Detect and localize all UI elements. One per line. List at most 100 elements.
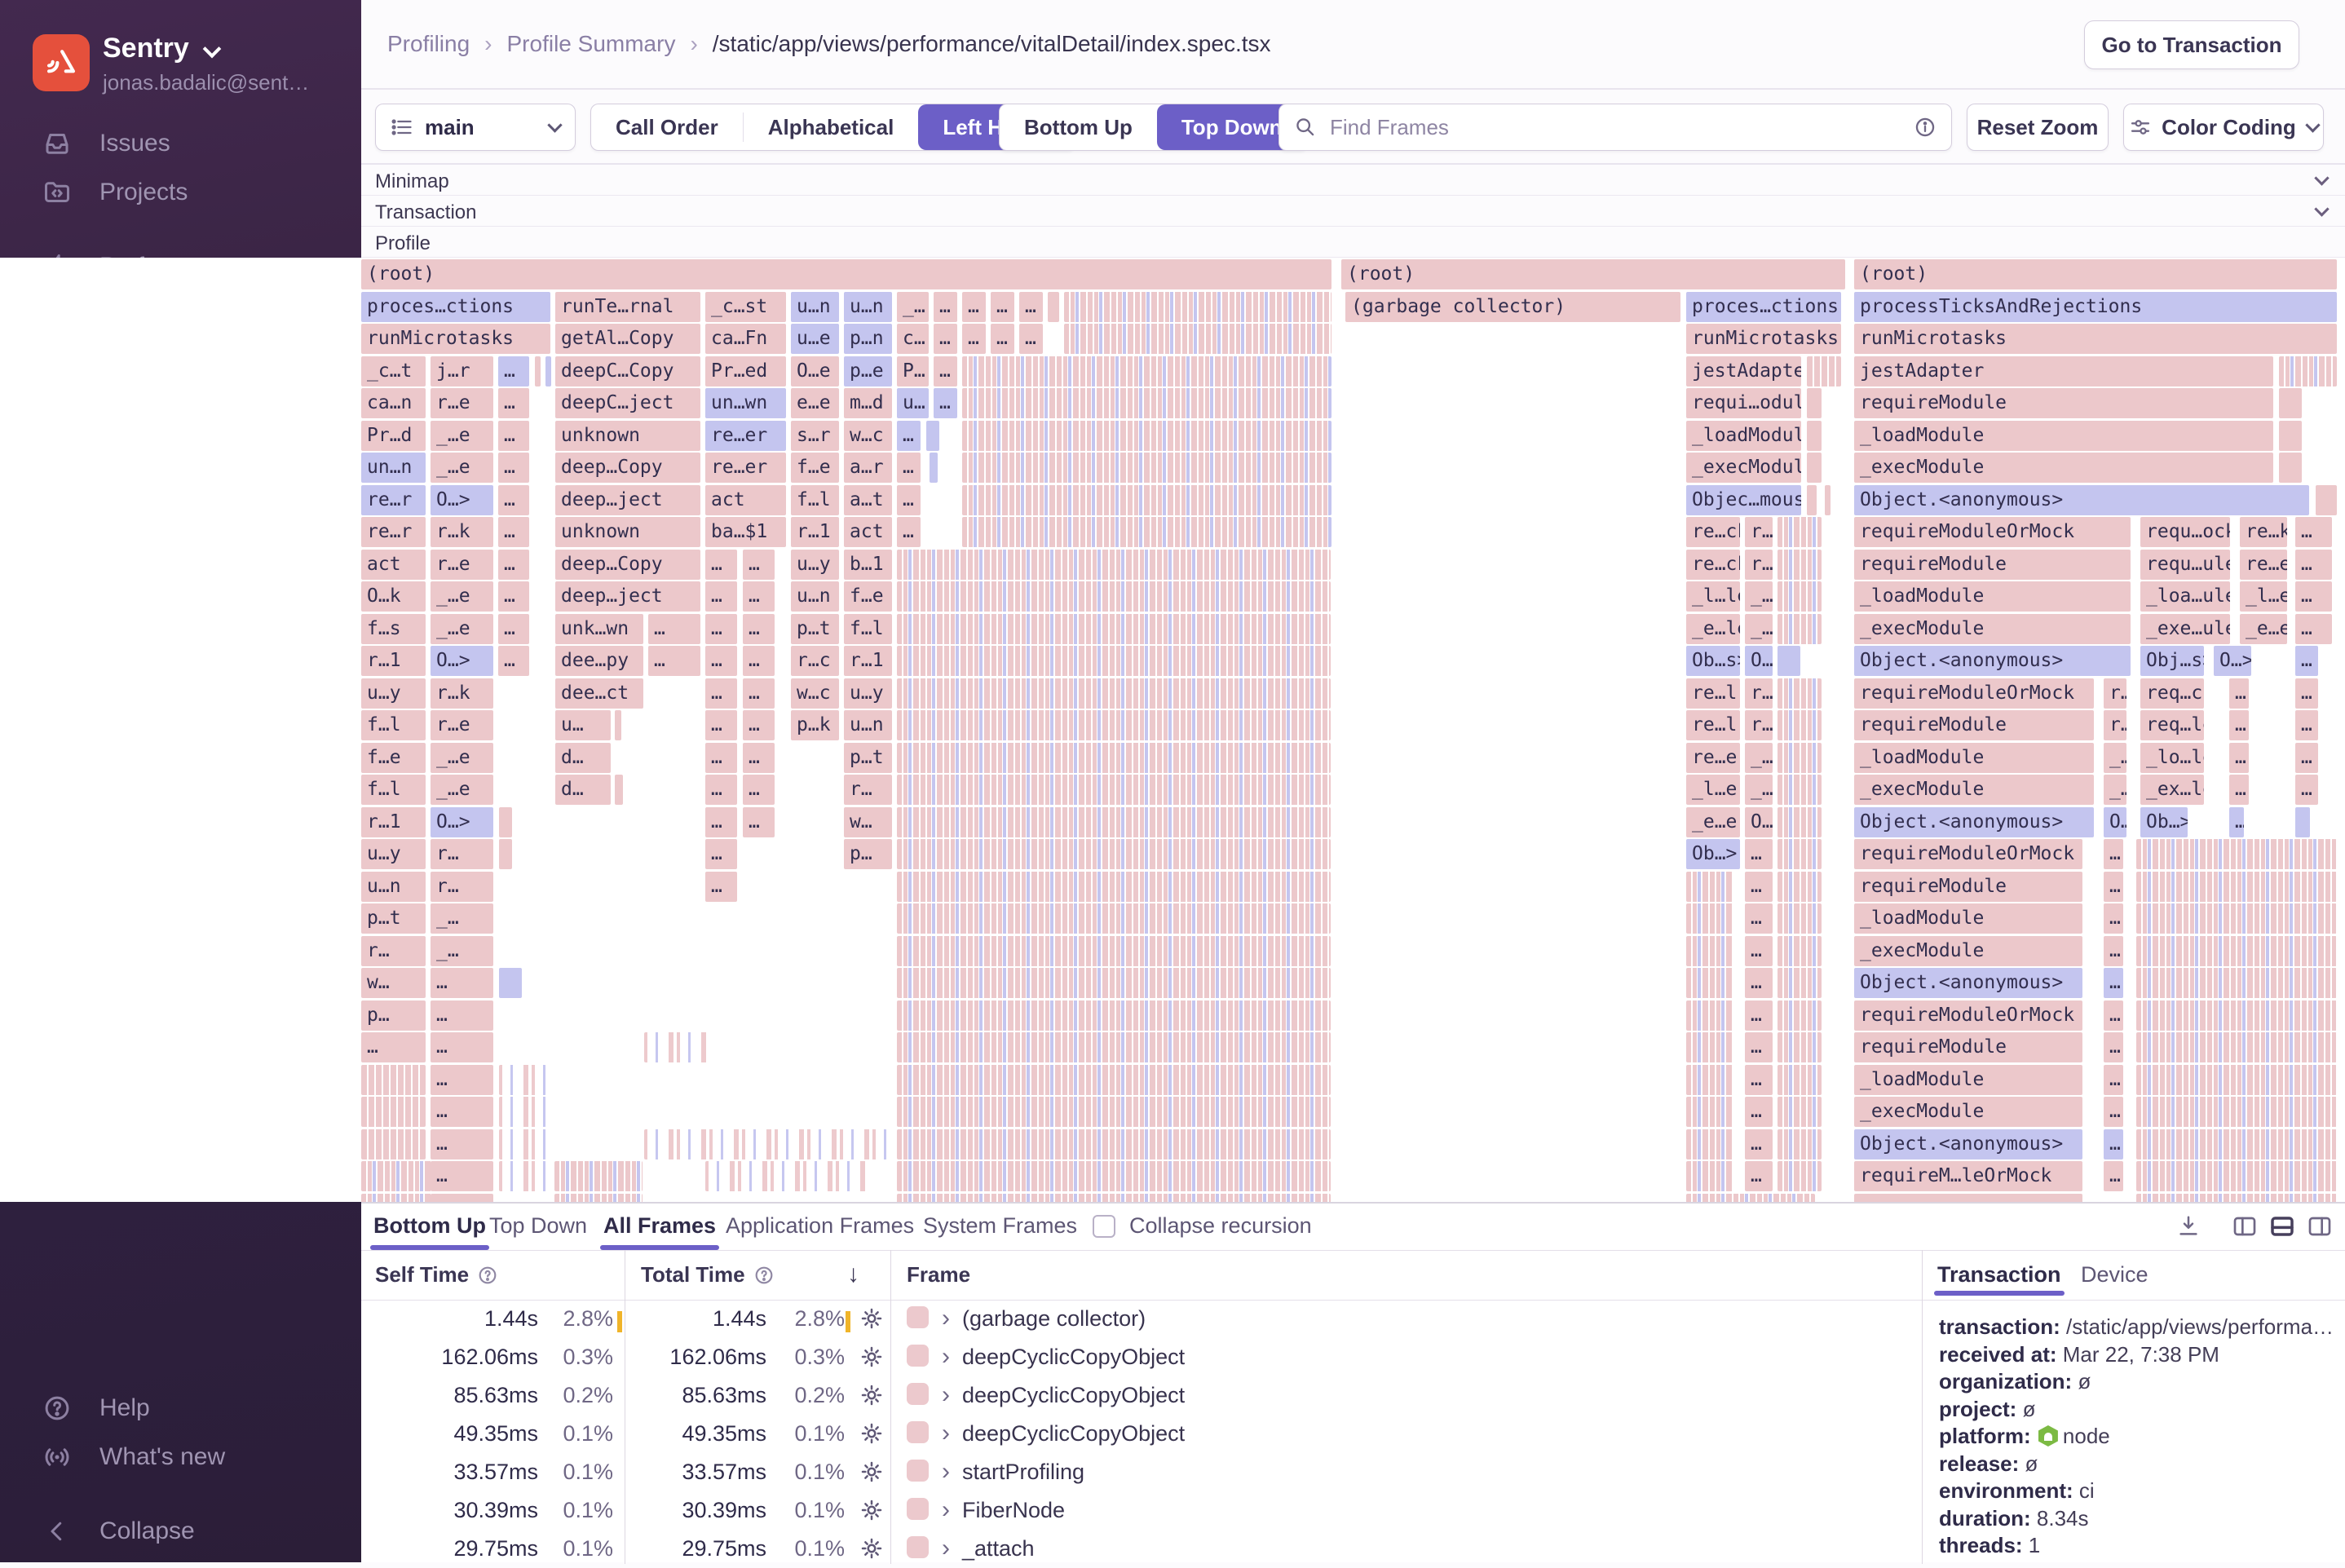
flame-frame[interactable]: O…e: [791, 356, 839, 386]
flame-frame[interactable]: [1778, 550, 1822, 580]
flame-frame[interactable]: _…: [2104, 743, 2126, 773]
flame-frame[interactable]: [615, 710, 621, 740]
flame-frame[interactable]: [2279, 421, 2302, 451]
flame-frame[interactable]: requireModuleOrMock: [1854, 678, 2094, 709]
flame-frame[interactable]: _…: [1745, 743, 1773, 773]
flame-frame[interactable]: [2136, 1032, 2337, 1062]
flame-frame[interactable]: deep…ject: [555, 485, 700, 515]
flame-frame[interactable]: p…: [361, 1000, 426, 1031]
flame-frame[interactable]: [1778, 517, 1822, 547]
flame-frame[interactable]: Objec…mous>: [1686, 485, 1801, 515]
flame-frame[interactable]: [1686, 1194, 1815, 1203]
flame-frame[interactable]: [897, 968, 1331, 998]
flame-frame[interactable]: f…e: [361, 743, 426, 773]
flame-frame[interactable]: …: [2104, 903, 2123, 934]
flame-frame[interactable]: [1064, 324, 1331, 354]
flame-frame[interactable]: [1686, 1161, 1733, 1191]
flame-frame[interactable]: requireModuleOrMock: [1854, 839, 2082, 869]
flame-frame[interactable]: r…k: [431, 678, 493, 709]
export-profile-icon[interactable]: [2176, 1213, 2201, 1239]
flame-frame[interactable]: [499, 839, 512, 869]
flame-frame[interactable]: proces…ctions: [361, 292, 550, 322]
details-tab-transaction[interactable]: Transaction: [1937, 1262, 2061, 1288]
flame-frame[interactable]: [499, 1097, 546, 1127]
toolbar-option-call-order[interactable]: Call Order: [591, 104, 743, 150]
expand-chevron-icon[interactable]: ›: [942, 1343, 950, 1371]
flame-frame[interactable]: …: [743, 614, 775, 644]
flame-frame[interactable]: …: [431, 1065, 493, 1095]
flame-frame[interactable]: …: [2104, 1129, 2123, 1159]
flame-frame[interactable]: Pr…ed: [705, 356, 786, 386]
flame-frame[interactable]: [897, 1000, 1331, 1031]
flame-frame[interactable]: [1807, 421, 1822, 451]
flame-frame[interactable]: …: [743, 646, 775, 676]
flame-frame[interactable]: _loadModule: [1854, 581, 2131, 612]
flame-frame[interactable]: r…: [431, 872, 493, 902]
flame-frame[interactable]: _…: [1745, 775, 1773, 805]
flame-frame[interactable]: w…c: [844, 421, 892, 451]
details-tab-device[interactable]: Device: [2081, 1262, 2148, 1288]
flame-frame[interactable]: runMicrotasks: [361, 324, 550, 354]
flame-frame[interactable]: re…er: [705, 421, 786, 451]
flame-frame[interactable]: p…: [844, 839, 892, 869]
flame-frame[interactable]: dee…ct: [555, 678, 643, 709]
flame-frame[interactable]: …: [498, 550, 529, 580]
flame-frame[interactable]: [962, 453, 1331, 483]
flame-frame[interactable]: requireModuleOrMock: [1854, 517, 2131, 547]
flame-frame[interactable]: [962, 388, 1331, 418]
flame-frame[interactable]: b…1: [844, 550, 892, 580]
flame-frame[interactable]: [2136, 936, 2337, 966]
flame-frame[interactable]: processTicksAndRejections: [1854, 292, 2337, 322]
flame-frame[interactable]: un…n: [361, 453, 426, 483]
flame-frame[interactable]: [926, 421, 939, 451]
flame-frame[interactable]: _loadModule: [1854, 1065, 2082, 1095]
flame-frame[interactable]: [897, 614, 1331, 644]
flame-frame[interactable]: Ob…s>: [1686, 646, 1740, 676]
frame-column-header[interactable]: Frame: [907, 1262, 970, 1288]
flame-frame[interactable]: …: [648, 646, 700, 676]
flame-frame[interactable]: [1686, 1097, 1733, 1127]
flame-frame[interactable]: dee…py: [555, 646, 643, 676]
flame-frame[interactable]: _…: [1745, 614, 1773, 644]
flame-frame[interactable]: r…: [1745, 678, 1773, 709]
tab-all-frames[interactable]: All Frames: [603, 1213, 716, 1239]
flame-frame[interactable]: (garbage collector): [1345, 292, 1680, 322]
flame-frame[interactable]: r…: [431, 839, 493, 869]
flame-frame[interactable]: r…: [1745, 550, 1773, 580]
flame-frame[interactable]: _ex…le: [2140, 775, 2204, 805]
expand-chevron-icon[interactable]: ›: [942, 1496, 950, 1524]
flame-frame[interactable]: [897, 1161, 1331, 1191]
flame-frame[interactable]: …: [962, 292, 986, 322]
flame-frame[interactable]: …: [1745, 1097, 1773, 1127]
flame-frame[interactable]: c…: [897, 324, 929, 354]
flame-frame[interactable]: _loadModule: [1686, 421, 1801, 451]
flame-frame[interactable]: P…: [897, 356, 929, 386]
flame-frame[interactable]: un…wn: [705, 388, 786, 418]
flame-frame[interactable]: unknown: [555, 517, 700, 547]
flame-frame[interactable]: r…1: [361, 807, 426, 837]
flame-frame[interactable]: …: [2295, 581, 2332, 612]
flame-frame[interactable]: …: [743, 581, 775, 612]
sidebar-footer-help[interactable]: Help: [0, 1384, 361, 1433]
flame-frame[interactable]: …: [2104, 1161, 2123, 1191]
layout-dock-left-icon[interactable]: [2231, 1213, 2259, 1239]
flame-frame[interactable]: [1778, 1129, 1822, 1159]
flame-frame[interactable]: …: [431, 1194, 493, 1203]
flame-frame[interactable]: …: [1745, 1065, 1773, 1095]
flame-frame[interactable]: [897, 743, 1331, 773]
flame-frame[interactable]: unknown: [555, 421, 700, 451]
flame-frame[interactable]: runMicrotasks: [1854, 324, 2337, 354]
frame-name[interactable]: deepCyclicCopyObject: [962, 1345, 1185, 1370]
flame-frame[interactable]: [897, 646, 1331, 676]
flame-frame[interactable]: u…y: [361, 839, 426, 869]
flame-frame[interactable]: [1807, 485, 1817, 515]
flame-frame[interactable]: requi…odule: [1686, 388, 1801, 418]
flame-frame[interactable]: r…e: [431, 550, 493, 580]
flame-frame[interactable]: a…t: [844, 485, 892, 515]
flame-frame[interactable]: …: [431, 968, 493, 998]
flame-frame[interactable]: s…r: [791, 421, 839, 451]
flame-frame[interactable]: [1778, 614, 1822, 644]
expand-chevron-icon[interactable]: ›: [942, 1420, 950, 1447]
flame-frame[interactable]: [2136, 1065, 2337, 1095]
flame-frame[interactable]: [499, 807, 512, 837]
